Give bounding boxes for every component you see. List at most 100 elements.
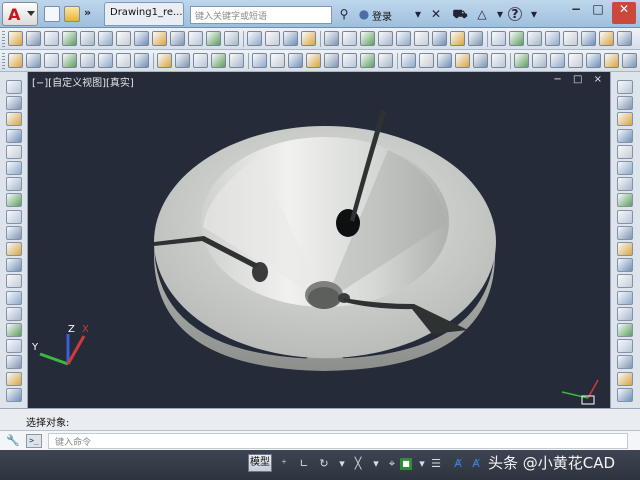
toolbar-tool-icon[interactable] (80, 31, 95, 46)
toolbar-tool-icon[interactable] (134, 31, 149, 46)
toolbar-tool-icon[interactable] (360, 31, 375, 46)
modify-tool-icon[interactable] (617, 177, 633, 192)
toolbar-tool-icon[interactable] (188, 31, 203, 46)
modify-tool-icon[interactable] (617, 306, 633, 321)
3d-snap-icon[interactable]: ■ (400, 458, 412, 470)
toolbar-tool-icon[interactable] (527, 31, 542, 46)
command-input[interactable]: 键入命令 (48, 433, 628, 449)
draw-tool-icon[interactable] (6, 339, 22, 354)
toolbar-tool-icon[interactable] (617, 31, 632, 46)
toolbar-tool-icon[interactable] (116, 53, 131, 68)
ortho-mode-icon[interactable]: ∟ (296, 456, 312, 472)
toolbar-tool-icon[interactable] (622, 53, 637, 68)
toolbar-tool-icon[interactable] (378, 53, 393, 68)
toolbar-tool-icon[interactable] (98, 53, 113, 68)
toolbar-tool-icon[interactable] (568, 53, 583, 68)
dropdown-icon[interactable]: ▾ (410, 6, 426, 22)
customize-wrench-icon[interactable]: 🔧 (6, 434, 20, 448)
toolbar-tool-icon[interactable] (473, 53, 488, 68)
toolbar-tool-icon[interactable] (437, 53, 452, 68)
draw-tool-icon[interactable] (6, 242, 22, 256)
toolbar-tool-icon[interactable] (62, 31, 77, 46)
toolbar-tool-icon[interactable] (509, 31, 524, 46)
toolbar-tool-icon[interactable] (545, 31, 560, 46)
draw-tool-icon[interactable] (6, 112, 22, 127)
toolbar-tool-icon[interactable] (360, 53, 375, 68)
toolbar-tool-icon[interactable] (581, 31, 596, 46)
toolbar-tool-icon[interactable] (62, 53, 77, 68)
modify-tool-icon[interactable] (617, 161, 633, 175)
drawing-viewport[interactable]: [−][自定义视图][真实] − □ × Y Z X (28, 72, 610, 408)
toolbar-tool-icon[interactable] (80, 53, 95, 68)
modify-tool-icon[interactable] (617, 193, 633, 208)
autodesk-a360-icon[interactable]: △ (474, 6, 490, 22)
toolbar-tool-icon[interactable] (26, 31, 41, 46)
toolbar-tool-icon[interactable] (342, 31, 357, 46)
draw-tool-icon[interactable] (6, 144, 22, 159)
toolbar-tool-icon[interactable] (206, 31, 221, 46)
toolbar-tool-icon[interactable] (378, 31, 393, 46)
toolbar-tool-icon[interactable] (450, 31, 465, 46)
toolbar-tool-icon[interactable] (193, 53, 208, 68)
dropdown-icon[interactable]: ▾ (368, 456, 384, 472)
toolbar-tool-icon[interactable] (229, 53, 244, 68)
draw-tool-icon[interactable] (6, 225, 22, 240)
toolbar-tool-icon[interactable] (432, 31, 447, 46)
toolbar-tool-icon[interactable] (283, 31, 298, 46)
draw-tool-icon[interactable] (6, 177, 22, 192)
toolbar-tool-icon[interactable] (8, 53, 23, 68)
dropdown-icon[interactable]: ▾ (492, 6, 508, 22)
toolbar-tool-icon[interactable] (342, 53, 357, 68)
toolbar-tool-icon[interactable] (396, 31, 411, 46)
toolbar-tool-icon[interactable] (550, 53, 565, 68)
toolbar-tool-icon[interactable] (468, 31, 483, 46)
user-icon[interactable]: ● (356, 6, 372, 22)
polar-tracking-icon[interactable]: ↻ (316, 456, 332, 472)
toolbar-tool-icon[interactable] (324, 53, 339, 68)
toolbar-tool-icon[interactable] (586, 53, 601, 68)
dropdown-icon[interactable]: ▾ (334, 456, 350, 472)
exchange-icon[interactable]: ✕ (428, 6, 444, 22)
toolbar-tool-icon[interactable] (401, 53, 416, 68)
toolbar-tool-icon[interactable] (599, 31, 614, 46)
draw-tool-icon[interactable] (6, 258, 22, 273)
toolbar-tool-icon[interactable] (98, 31, 113, 46)
modify-tool-icon[interactable] (617, 323, 633, 337)
toolbar-tool-icon[interactable] (306, 53, 321, 68)
toolbar-tool-icon[interactable] (514, 53, 529, 68)
draw-tool-icon[interactable] (6, 355, 22, 370)
open-folder-icon[interactable] (64, 6, 80, 22)
toolbar-tool-icon[interactable] (604, 53, 619, 68)
draw-tool-icon[interactable] (6, 290, 22, 305)
toolbar-tool-icon[interactable] (419, 53, 434, 68)
toolbar-tool-icon[interactable] (224, 31, 239, 46)
toolbar-tool-icon[interactable] (265, 31, 280, 46)
modify-tool-icon[interactable] (617, 258, 633, 273)
toolbar-tool-icon[interactable] (301, 31, 316, 46)
maximize-button[interactable]: □ (588, 2, 608, 24)
draw-tool-icon[interactable] (6, 96, 22, 111)
toolbar-tool-icon[interactable] (134, 53, 149, 68)
draw-tool-icon[interactable] (6, 387, 22, 402)
toolbar-tool-icon[interactable] (491, 53, 506, 68)
modify-tool-icon[interactable] (617, 387, 633, 402)
toolbar-tool-icon[interactable] (26, 53, 41, 68)
toolbar-tool-icon[interactable] (532, 53, 547, 68)
modify-tool-icon[interactable] (617, 144, 633, 159)
modify-tool-icon[interactable] (617, 274, 633, 289)
toolbar-tool-icon[interactable] (288, 53, 303, 68)
toolbar-tool-icon[interactable] (247, 31, 262, 46)
modify-tool-icon[interactable] (617, 355, 633, 370)
isometric-draft-icon[interactable]: ╳ (350, 456, 366, 472)
dropdown-icon[interactable]: ▾ (526, 6, 542, 22)
binoculars-icon[interactable]: ⚲ (336, 6, 352, 22)
draw-tool-icon[interactable] (6, 274, 22, 289)
modify-tool-icon[interactable] (617, 371, 633, 386)
draw-tool-icon[interactable] (6, 209, 22, 224)
draw-tool-icon[interactable] (6, 80, 22, 94)
command-prompt-icon[interactable]: >_ (26, 434, 42, 448)
draw-tool-icon[interactable] (6, 193, 22, 208)
toolbar-tool-icon[interactable] (8, 31, 23, 46)
toolbar-tool-icon[interactable] (44, 53, 59, 68)
toolbar-grip[interactable] (2, 31, 5, 47)
